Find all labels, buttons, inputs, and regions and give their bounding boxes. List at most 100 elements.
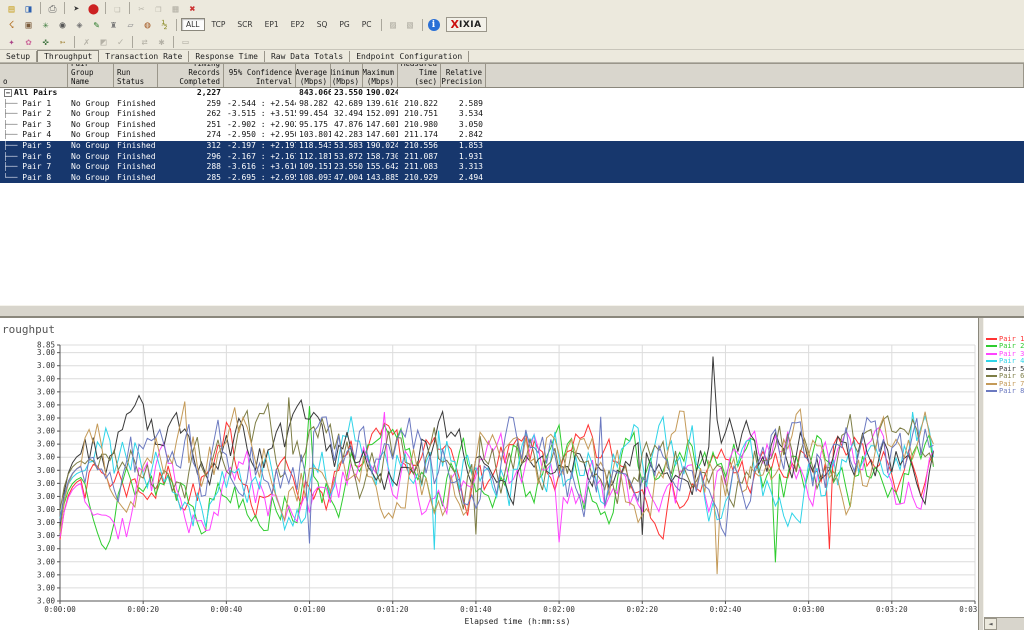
toolbar-separator bbox=[176, 19, 177, 31]
refresh-view-icon[interactable]: ▧ bbox=[403, 18, 418, 31]
table-row-pair-8[interactable]: └── Pair 8No GroupFinished285-2.695 : +2… bbox=[0, 173, 1024, 184]
cell-filler bbox=[486, 130, 1024, 141]
reset-icon[interactable]: ✱ bbox=[154, 35, 169, 48]
table-row-pair-1[interactable]: ├── Pair 1No GroupFinished259-2.544 : +2… bbox=[0, 99, 1024, 110]
wizard-icon[interactable]: ✦ bbox=[4, 35, 19, 48]
swap-icon[interactable]: ⇄ bbox=[137, 35, 152, 48]
traffic-icon[interactable]: ◍ bbox=[140, 18, 155, 31]
cell-pair: └── Pair 8 bbox=[0, 173, 68, 184]
tree-collapse-icon[interactable]: − bbox=[4, 89, 12, 97]
video-icon[interactable]: ◈ bbox=[72, 18, 87, 31]
tree-branch-icon: ├── bbox=[3, 141, 17, 150]
info-icon[interactable]: i bbox=[428, 19, 440, 31]
tab-response-time[interactable]: Response Time bbox=[189, 51, 265, 62]
view-icon[interactable]: ❏ bbox=[110, 2, 125, 15]
stop-test-icon[interactable]: ⬤ bbox=[86, 2, 101, 15]
protocol-filter-ep1-button[interactable]: EP1 bbox=[260, 18, 284, 31]
protocol-filter-all-button[interactable]: ALL bbox=[181, 18, 205, 31]
svg-text:3.00: 3.00 bbox=[37, 427, 56, 436]
check-icon[interactable]: ✓ bbox=[113, 35, 128, 48]
column-header-max[interactable]: Maximum(Mbps) bbox=[363, 64, 398, 87]
assistant-icon[interactable]: ✿ bbox=[21, 35, 36, 48]
tree-branch-icon: ├── bbox=[3, 109, 17, 118]
step-icon[interactable]: ½ bbox=[157, 18, 172, 31]
multicast-icon[interactable]: ✳ bbox=[38, 18, 53, 31]
cell-pair: ├── Pair 2 bbox=[0, 109, 68, 120]
protocol-filter-scr-button[interactable]: SCR bbox=[232, 18, 257, 31]
svg-text:0:03:20: 0:03:20 bbox=[876, 605, 908, 614]
protocol-filter-sq-button[interactable]: SQ bbox=[312, 18, 333, 31]
cut-icon[interactable]: ✂ bbox=[134, 2, 149, 15]
add-pair-icon[interactable]: ☇ bbox=[4, 18, 19, 31]
protocol-filter-tcp-button[interactable]: TCP bbox=[207, 18, 231, 31]
legend-scrollbar[interactable]: ◄ bbox=[984, 617, 1024, 630]
cell-filler bbox=[486, 152, 1024, 163]
group-icon[interactable]: ✜ bbox=[38, 35, 53, 48]
edit-script-icon[interactable]: ✎ bbox=[89, 18, 104, 31]
column-header-avg[interactable]: Average(Mbps) bbox=[296, 64, 331, 87]
tab-raw-data-totals[interactable]: Raw Data Totals bbox=[265, 51, 350, 62]
ixia-logo[interactable]: XIXIA bbox=[446, 17, 487, 32]
endpoint-icon[interactable]: ▣ bbox=[21, 18, 36, 31]
apply-icon[interactable]: ▨ bbox=[386, 18, 401, 31]
table-header-row: oPair GroupNameRun StatusTiming RecordsC… bbox=[0, 63, 1024, 88]
table-row-pair-3[interactable]: ├── Pair 3No GroupFinished251-2.902 : +2… bbox=[0, 120, 1024, 131]
cell-status: Finished bbox=[114, 99, 158, 110]
cell-time: 211.083 bbox=[398, 162, 441, 173]
column-header-records[interactable]: Timing RecordsCompleted bbox=[158, 64, 224, 87]
column-header-time[interactable]: MeasuredTime (sec) bbox=[398, 64, 441, 87]
archive-icon[interactable]: ▭ bbox=[178, 35, 193, 48]
table-row-pair-2[interactable]: ├── Pair 2No GroupFinished262-3.515 : +3… bbox=[0, 109, 1024, 120]
protocol-filter-pc-button[interactable]: PC bbox=[357, 18, 377, 31]
save-icon[interactable]: ◨ bbox=[21, 2, 36, 15]
tab-setup[interactable]: Setup bbox=[0, 51, 37, 62]
cell-min: 42.689 bbox=[331, 99, 363, 110]
select-all-icon[interactable]: ◩ bbox=[96, 35, 111, 48]
protocol-filter-ep2-button[interactable]: EP2 bbox=[286, 18, 310, 31]
tab-transaction-rate[interactable]: Transaction Rate bbox=[99, 51, 189, 62]
protocol-filter-pg-button[interactable]: PG bbox=[334, 18, 354, 31]
column-header-group[interactable]: Pair GroupName bbox=[68, 64, 114, 87]
cell-prec: 1.931 bbox=[441, 152, 486, 163]
cell-group: No Group bbox=[68, 141, 114, 152]
run-test-icon[interactable]: ➤ bbox=[69, 2, 84, 15]
table-row-pair-5[interactable]: ├── Pair 5No GroupFinished312-2.197 : +2… bbox=[0, 141, 1024, 152]
column-header-min[interactable]: Minimum(Mbps) bbox=[331, 64, 363, 87]
svg-text:0:00:00: 0:00:00 bbox=[44, 605, 76, 614]
svg-text:3.00: 3.00 bbox=[37, 348, 56, 357]
table-row-pair-6[interactable]: ├── Pair 6No GroupFinished296-2.167 : +2… bbox=[0, 152, 1024, 163]
cell-prec: 2.842 bbox=[441, 130, 486, 141]
column-header-status[interactable]: Run Status bbox=[114, 64, 158, 87]
cell-group: No Group bbox=[68, 162, 114, 173]
scroll-left-icon[interactable]: ◄ bbox=[984, 618, 997, 630]
tab-endpoint-configuration[interactable]: Endpoint Configuration bbox=[350, 51, 469, 62]
cell-pair: ├── Pair 4 bbox=[0, 130, 68, 141]
column-header-ci[interactable]: 95% ConfidenceInterval bbox=[224, 64, 296, 87]
percent-x-icon[interactable]: ✗ bbox=[79, 35, 94, 48]
svg-text:0:02:20: 0:02:20 bbox=[626, 605, 658, 614]
cell-filler bbox=[486, 109, 1024, 120]
table-row-pair-7[interactable]: ├── Pair 7No GroupFinished288-3.616 : +3… bbox=[0, 162, 1024, 173]
column-header-prec[interactable]: RelativePrecision bbox=[441, 64, 486, 87]
table-row-all-pairs[interactable]: −All Pairs2,227843.06623.550190.024 bbox=[0, 88, 1024, 99]
horizontal-splitter[interactable] bbox=[0, 305, 1024, 318]
paste-icon[interactable]: ▦ bbox=[168, 2, 183, 15]
delete-icon[interactable]: ✖ bbox=[185, 2, 200, 15]
legend-line-swatch bbox=[986, 338, 997, 340]
cell-max: 158.730 bbox=[363, 152, 398, 163]
tab-throughput[interactable]: Throughput bbox=[37, 50, 99, 62]
svg-text:3.00: 3.00 bbox=[37, 518, 56, 527]
column-header-pair[interactable]: o bbox=[0, 64, 68, 87]
cell-avg: 103.801 bbox=[296, 130, 331, 141]
camera-icon[interactable]: ◉ bbox=[55, 18, 70, 31]
compass-icon[interactable]: ➳ bbox=[55, 35, 70, 48]
cell-avg: 95.175 bbox=[296, 120, 331, 131]
application-icon[interactable]: ▱ bbox=[123, 18, 138, 31]
hardware-icon[interactable]: ♜ bbox=[106, 18, 121, 31]
cell-group: No Group bbox=[68, 173, 114, 184]
print-icon[interactable]: ⎙ bbox=[45, 2, 60, 15]
copy-icon[interactable]: ❐ bbox=[151, 2, 166, 15]
table-row-pair-4[interactable]: ├── Pair 4No GroupFinished274-2.950 : +2… bbox=[0, 130, 1024, 141]
cell-filler bbox=[486, 88, 1024, 99]
open-icon[interactable]: ▤ bbox=[4, 2, 19, 15]
